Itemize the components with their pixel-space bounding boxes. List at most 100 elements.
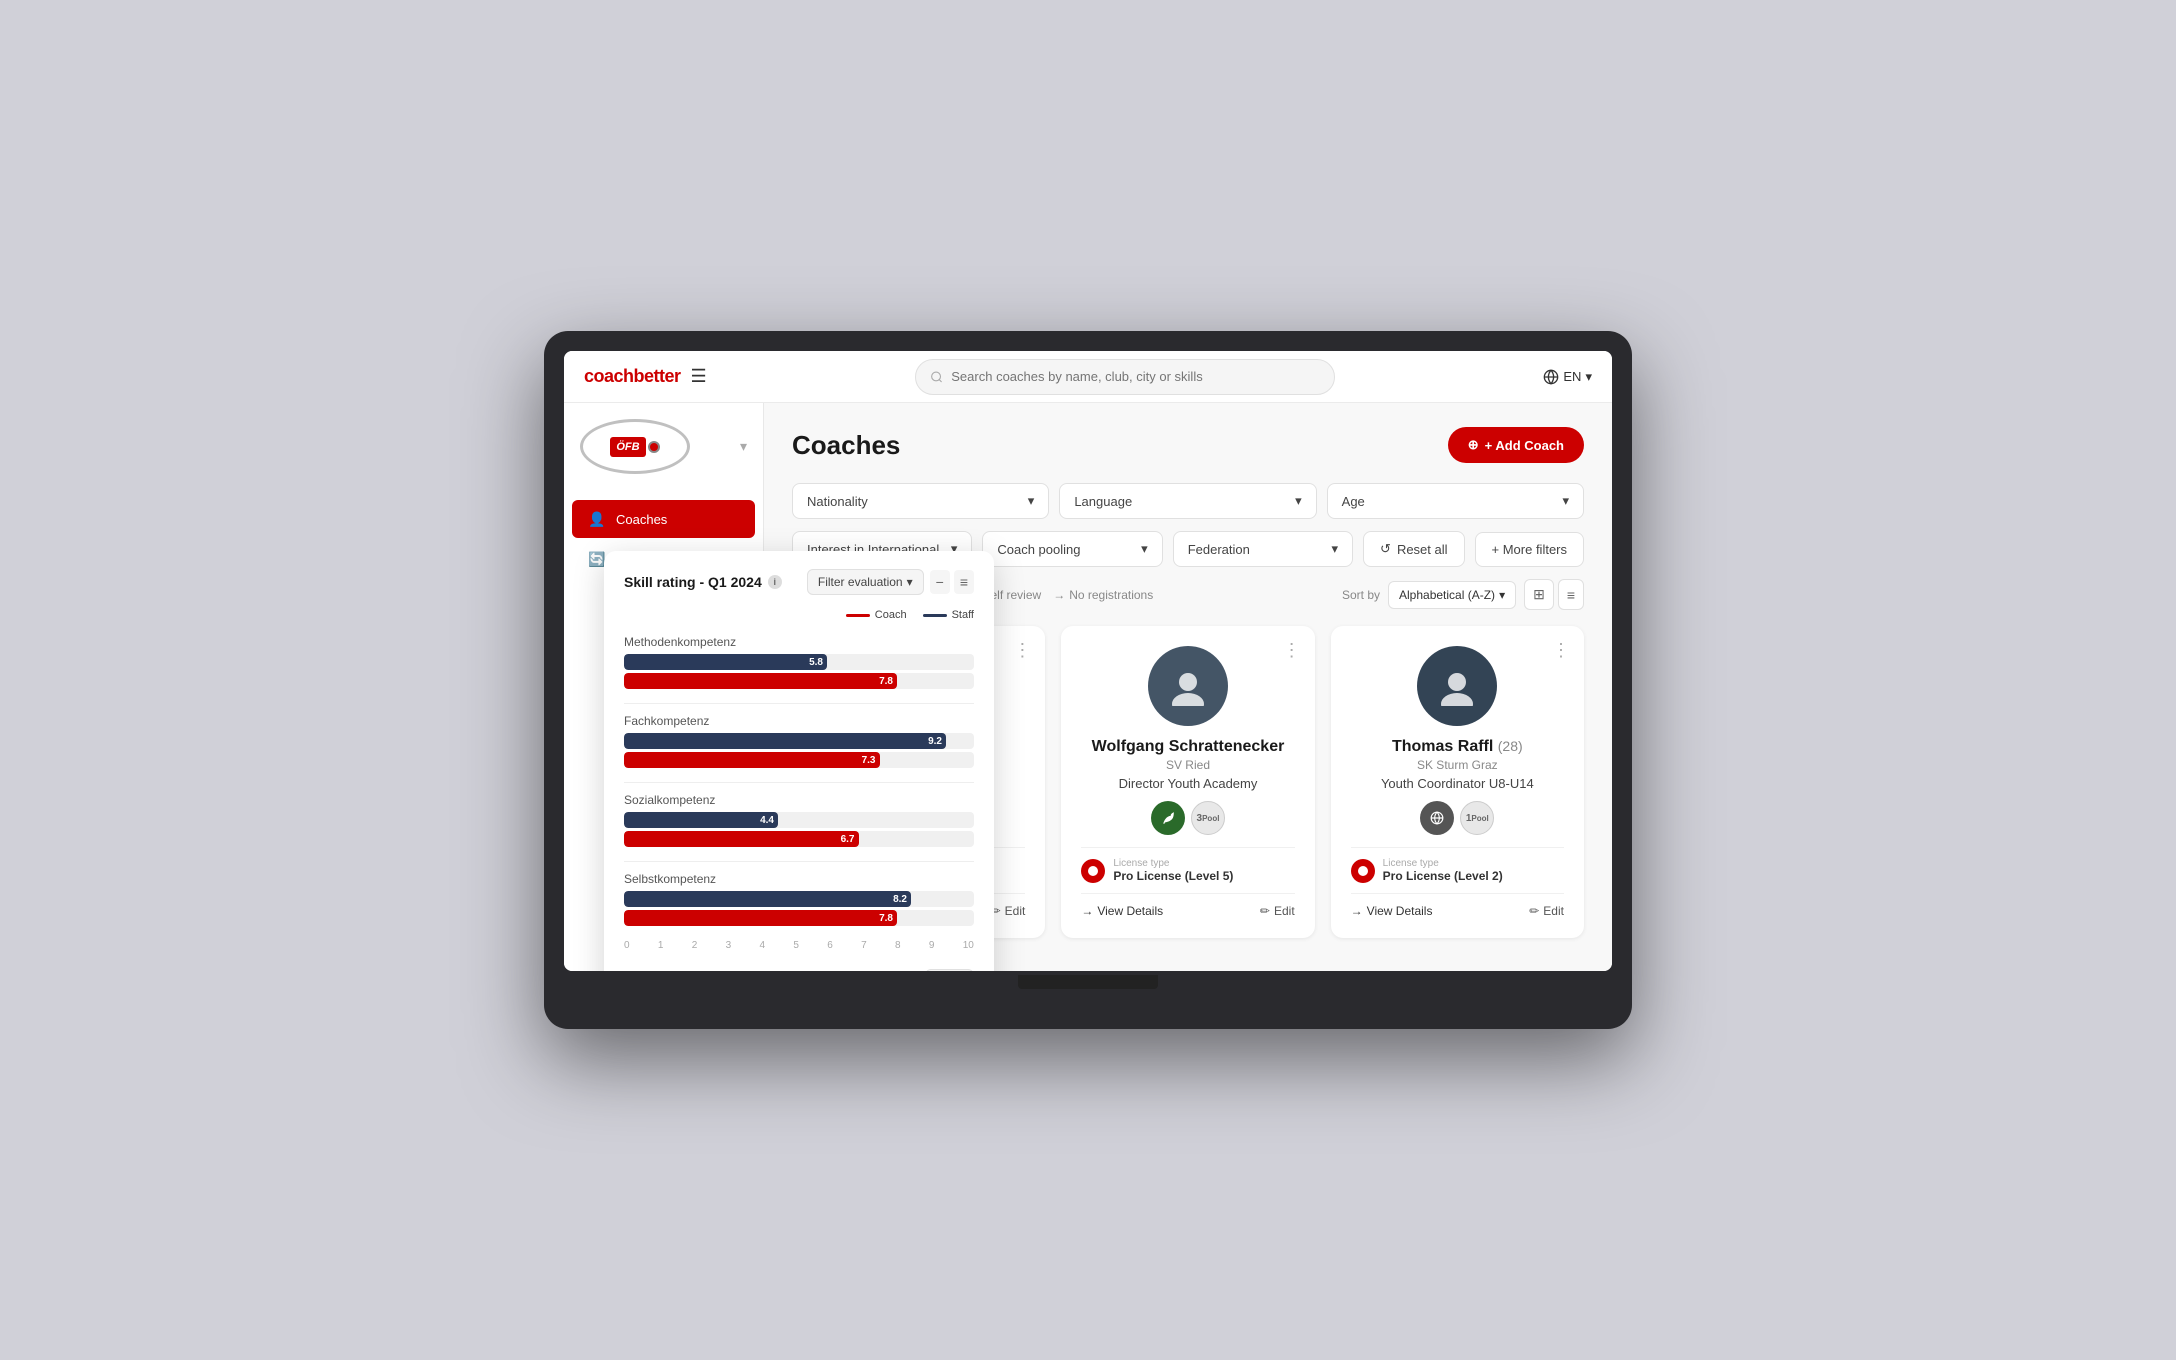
coach-card-2: ⋮ Wolfgang Schrattenecker SV Ried Direct… [1061,626,1314,938]
skill-group-1: Fachkompetenz 9.2 7.3 [624,714,974,768]
badge-pool-3: 1Pool [1460,801,1494,835]
search-icon [930,370,943,384]
filter-federation[interactable]: Federation ▾ [1173,531,1353,567]
skill-label-1: Fachkompetenz [624,714,974,728]
hamburger-icon[interactable]: ☰ [691,366,707,387]
coach-role-3: Youth Coordinator U8-U14 [1351,776,1564,791]
divider-0 [624,703,974,704]
filter-tag-reg[interactable]: → No registrations [1053,588,1153,602]
edit-btn-1[interactable]: ✏ Edit [991,904,1026,918]
license-type-label-2: License type [1113,858,1294,869]
bar-val-staff-0: 5.8 [809,657,823,668]
x-0: 0 [624,940,630,951]
popup-list-btn[interactable]: ≡ [954,570,974,594]
legend-coach-label: Coach [875,609,907,621]
add-icon: ⊕ [1468,437,1479,453]
coach-age-3: (28) [1498,738,1523,754]
license-name-3: Pro License (Level 2) [1383,869,1564,883]
bar-row-staff-2: 4.4 [624,812,974,828]
badges-row-3: 1Pool [1351,801,1564,835]
bar-bg-staff-1: 9.2 [624,733,974,749]
coach-club-2: SV Ried [1081,758,1294,772]
card-actions-3: → View Details ✏ Edit [1351,893,1564,918]
bar-row-coach-0: 7.8 [624,673,974,689]
list-view-button[interactable]: ≡ [1558,579,1584,610]
skill-rating-popup: Skill rating - Q1 2024 i Filter evaluati… [604,551,994,971]
skill-label-2: Sozialkompetenz [624,793,974,807]
bar-fill-coach-3: 7.8 [624,910,897,926]
skill-label-0: Methodenkompetenz [624,635,974,649]
edit-btn-2[interactable]: ✏ Edit [1260,904,1295,918]
badge-leaf-2 [1151,801,1185,835]
bar-bg-staff-3: 8.2 [624,891,974,907]
coaches-icon: 👤 [588,510,606,528]
x-3: 3 [726,940,732,951]
top-bar: coachbetter ☰ EN ▾ [564,351,1612,403]
x-6: 6 [827,940,833,951]
filter-pooling-label: Coach pooling [997,542,1080,557]
legend-row: Coach Staff [624,609,974,621]
edit-btn-3[interactable]: ✏ Edit [1529,904,1564,918]
bar-val-staff-2: 4.4 [760,815,774,826]
x-1: 1 [658,940,664,951]
divider-2 [624,861,974,862]
language-selector[interactable]: EN ▾ [1543,369,1592,385]
reset-label: Reset all [1397,542,1448,557]
reset-all-button[interactable]: ↺ Reset all [1363,531,1464,567]
filter-language[interactable]: Language ▾ [1059,483,1316,519]
license-row-3: License type Pro License (Level 2) [1351,847,1564,883]
search-input[interactable] [951,369,1320,384]
license-row-2: License type Pro License (Level 5) [1081,847,1294,883]
add-coach-label: + Add Coach [1485,438,1564,453]
coach-name-2: Wolfgang Schrattenecker [1081,738,1294,756]
x-9: 9 [929,940,935,951]
x-8: 8 [895,940,901,951]
logo-dropdown-icon[interactable]: ▾ [740,438,747,455]
older-button[interactable]: Older [925,969,974,971]
bar-val-staff-1: 9.2 [928,736,942,747]
sidebar-item-coaches[interactable]: 👤 Coaches [572,500,755,538]
bar-bg-coach-1: 7.3 [624,752,974,768]
card-menu-2[interactable]: ⋮ [1283,640,1301,661]
filter-evaluation-select[interactable]: Filter evaluation ▾ [807,569,924,595]
page-header: Coaches ⊕ + Add Coach [792,427,1584,463]
divider-1 [624,782,974,783]
reset-icon: ↺ [1380,541,1391,557]
more-filters-button[interactable]: + More filters [1475,532,1585,567]
bar-fill-staff-3: 8.2 [624,891,911,907]
filter-pooling[interactable]: Coach pooling ▾ [982,531,1162,567]
view-details-btn-3[interactable]: → View Details [1351,904,1433,918]
x-7: 7 [861,940,867,951]
skill-label-3: Selbstkompetenz [624,872,974,886]
lang-label: EN [1563,369,1581,384]
chevron-language: ▾ [1295,493,1302,509]
bar-fill-coach-2: 6.7 [624,831,859,847]
view-details-btn-2[interactable]: → View Details [1081,904,1163,918]
license-name-2: Pro License (Level 5) [1113,869,1294,883]
popup-minus-btn[interactable]: − [930,570,950,594]
bar-row-staff-3: 8.2 [624,891,974,907]
bar-fill-staff-0: 5.8 [624,654,827,670]
sort-label: Sort by [1342,588,1380,602]
card-menu-1[interactable]: ⋮ [1013,640,1031,661]
add-coach-button[interactable]: ⊕ + Add Coach [1448,427,1584,463]
coach-avatar-3 [1417,646,1497,726]
card-menu-3[interactable]: ⋮ [1552,640,1570,661]
grid-view-button[interactable]: ⊞ [1524,579,1554,610]
filter-age[interactable]: Age ▾ [1327,483,1584,519]
bar-val-coach-3: 7.8 [879,913,893,924]
filter-eval-label: Filter evaluation [818,575,903,589]
chevron-down-icon: ▾ [1585,369,1592,385]
license-flag-3 [1351,859,1375,883]
filter-nationality[interactable]: Nationality ▾ [792,483,1049,519]
legend-coach-line [846,614,870,617]
filters-row1: Nationality ▾ Language ▾ Age ▾ [792,483,1584,519]
globe-icon [1543,369,1559,385]
bar-val-coach-0: 7.8 [879,676,893,687]
info-icon: i [768,575,782,589]
coach-name-3: Thomas Raffl (28) [1351,738,1564,756]
view-toggles: ⊞ ≡ [1524,579,1584,610]
bar-fill-staff-2: 4.4 [624,812,778,828]
app-logo: coachbetter [584,366,681,387]
sort-select[interactable]: Alphabetical (A-Z) ▾ [1388,581,1516,609]
